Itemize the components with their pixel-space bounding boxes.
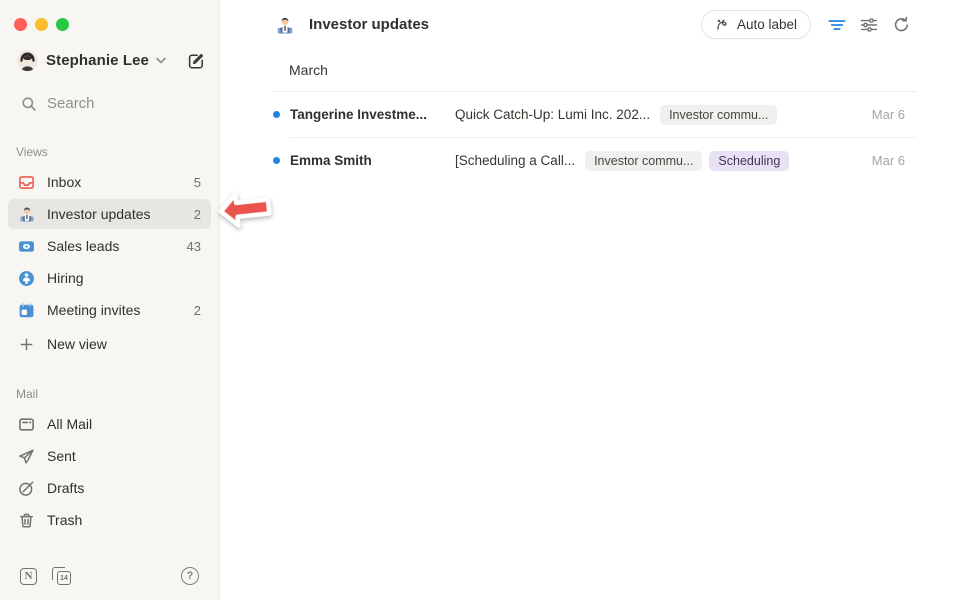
window-close-button[interactable]	[14, 18, 27, 31]
search-input[interactable]: Search	[21, 95, 201, 112]
avatar	[17, 50, 38, 71]
investor-emoji-icon	[18, 206, 35, 223]
sidebar-item-label: Sales leads	[47, 238, 119, 254]
search-placeholder: Search	[47, 95, 95, 112]
sliders-icon[interactable]	[859, 15, 879, 35]
help-icon[interactable]: ?	[181, 567, 199, 585]
drafts-icon	[18, 480, 35, 497]
unread-count: 2	[194, 207, 201, 222]
email-label-tag[interactable]: Investor commu...	[585, 151, 702, 171]
unread-dot	[273, 157, 280, 164]
email-row-tangerine[interactable]: Tangerine Investme... Quick Catch-Up: Lu…	[220, 92, 960, 137]
unread-count: 2	[194, 303, 201, 318]
mail-nav: All Mail Sent Drafts	[0, 409, 219, 535]
email-sender: Tangerine Investme...	[290, 107, 455, 122]
unread-count: 43	[187, 239, 201, 254]
sidebar-item-sent[interactable]: Sent	[8, 441, 211, 471]
views-section-label: Views	[16, 145, 203, 159]
trash-icon	[18, 512, 35, 529]
investor-emoji-icon	[276, 16, 294, 34]
notion-calendar-icon[interactable]: 14	[52, 567, 71, 585]
window-zoom-button[interactable]	[56, 18, 69, 31]
date-group-label: March	[289, 62, 960, 78]
auto-label-button[interactable]: Auto label	[701, 10, 811, 39]
sidebar-item-meeting-invites[interactable]: Meeting invites 2	[8, 295, 211, 325]
auto-label-wand-icon	[715, 17, 730, 32]
sidebar-item-investor-updates[interactable]: Investor updates 2	[8, 199, 211, 229]
filter-icon[interactable]	[827, 15, 847, 35]
sent-icon	[18, 448, 35, 465]
sidebar-item-label: Sent	[47, 448, 76, 464]
email-subject: [Scheduling a Call...	[455, 153, 575, 168]
money-icon	[18, 238, 35, 255]
plus-icon	[18, 336, 35, 353]
email-date: Mar 6	[872, 107, 905, 122]
page-title: Investor updates	[309, 16, 429, 33]
chevron-down-icon	[156, 57, 166, 64]
window-minimize-button[interactable]	[35, 18, 48, 31]
sidebar-item-label: Inbox	[47, 174, 81, 190]
calendar-front-page: 14	[57, 571, 71, 585]
sidebar-item-sales-leads[interactable]: Sales leads 43	[8, 231, 211, 261]
sidebar-item-trash[interactable]: Trash	[8, 505, 211, 535]
unread-dot	[273, 111, 280, 118]
sidebar-item-label: All Mail	[47, 416, 92, 432]
sidebar-item-hiring[interactable]: Hiring	[8, 263, 211, 293]
sidebar-item-inbox[interactable]: Inbox 5	[8, 167, 211, 197]
sidebar-item-label: Trash	[47, 512, 82, 528]
sidebar-item-all-mail[interactable]: All Mail	[8, 409, 211, 439]
account-switcher[interactable]: Stephanie Lee	[17, 50, 205, 71]
sidebar-item-label: Hiring	[47, 270, 84, 286]
inbox-icon	[18, 174, 35, 191]
view-header: Investor updates Auto label	[220, 0, 960, 49]
sidebar-item-label: Meeting invites	[47, 302, 140, 318]
email-sender: Emma Smith	[290, 153, 455, 168]
email-list: Tangerine Investme... Quick Catch-Up: Lu…	[220, 92, 960, 183]
auto-label-button-label: Auto label	[737, 17, 797, 32]
calendar-icon	[18, 302, 35, 319]
window-controls	[0, 0, 219, 31]
main-content: Investor updates Auto label	[220, 0, 960, 600]
sidebar-footer: N 14 ?	[0, 552, 219, 600]
refresh-icon[interactable]	[891, 15, 911, 35]
email-date: Mar 6	[872, 153, 905, 168]
email-row-emma[interactable]: Emma Smith [Scheduling a Call... Investo…	[220, 138, 960, 183]
mail-section-label: Mail	[16, 387, 203, 401]
sidebar-item-label: Investor updates	[47, 206, 151, 222]
sidebar-item-label: Drafts	[47, 480, 84, 496]
header-toolbar: Auto label	[701, 10, 911, 39]
views-nav: Inbox 5 Investor updates 2	[0, 167, 219, 359]
email-subject: Quick Catch-Up: Lumi Inc. 202...	[455, 107, 650, 122]
sidebar-item-drafts[interactable]: Drafts	[8, 473, 211, 503]
new-view-label: New view	[47, 336, 107, 352]
profile-name: Stephanie Lee	[46, 52, 149, 69]
all-mail-icon	[18, 416, 35, 433]
email-label-tag[interactable]: Investor commu...	[660, 105, 777, 125]
person-icon	[18, 270, 35, 287]
new-view-button[interactable]: New view	[8, 329, 211, 359]
email-label-tag[interactable]: Scheduling	[709, 151, 789, 171]
notion-logo-icon[interactable]: N	[20, 568, 37, 585]
search-icon	[21, 96, 37, 112]
sidebar: Stephanie Lee Search Views Inbox	[0, 0, 220, 600]
unread-count: 5	[194, 175, 201, 190]
compose-button[interactable]	[187, 52, 205, 70]
